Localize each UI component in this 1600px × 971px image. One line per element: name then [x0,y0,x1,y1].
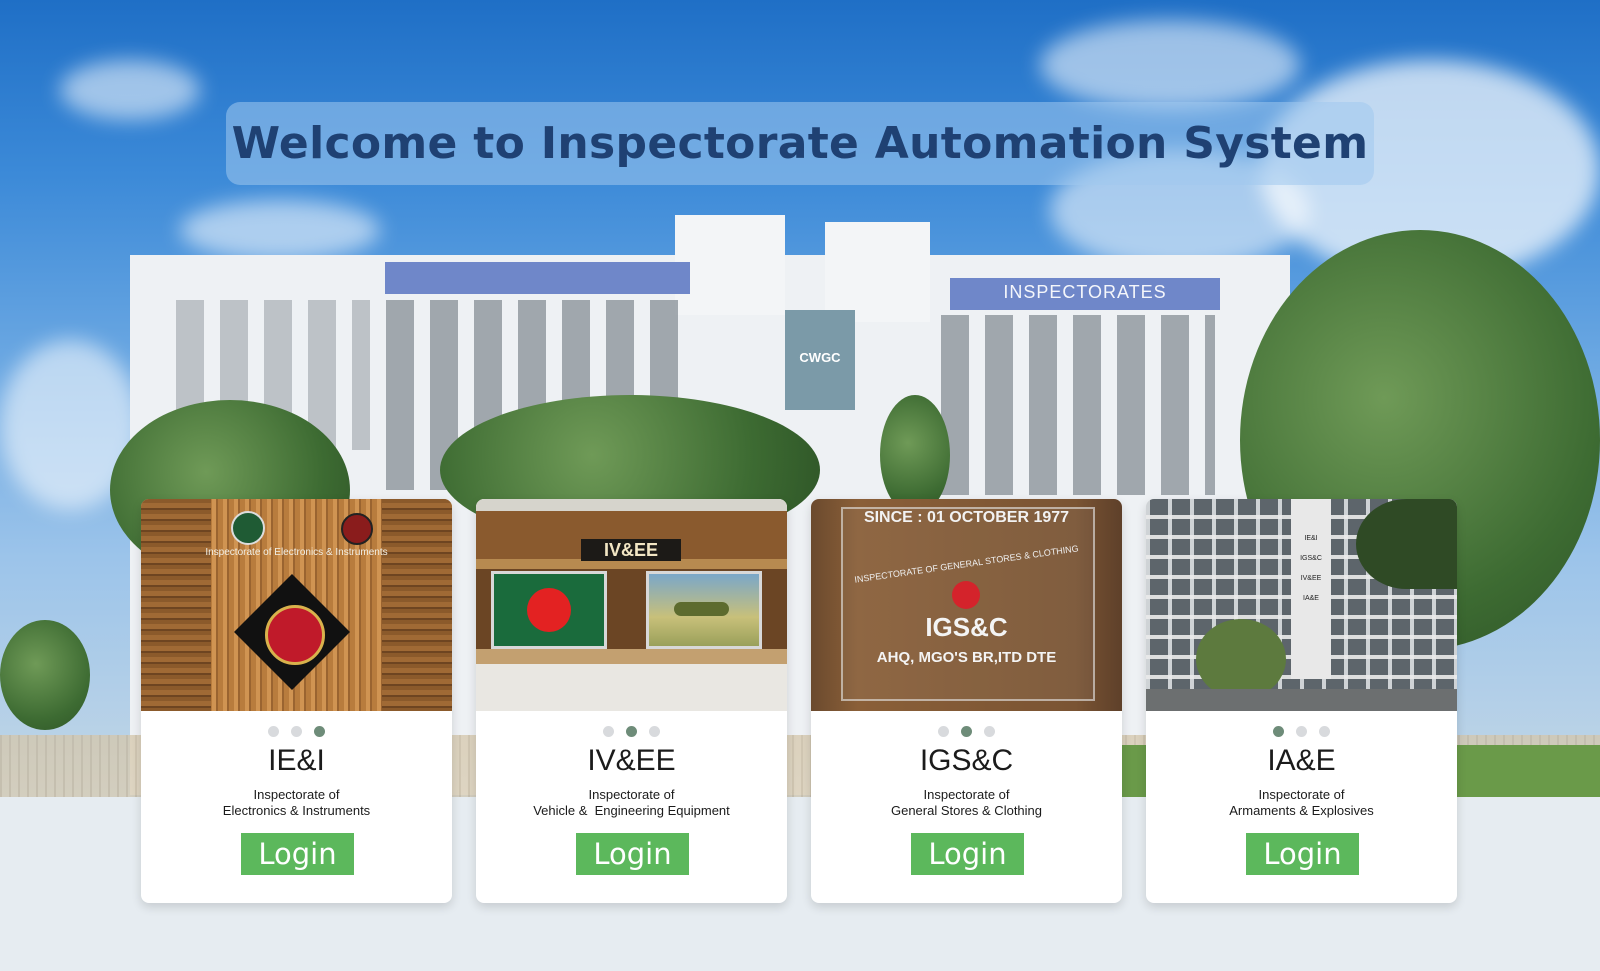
card-description: Inspectorate of Electronics & Instrument… [141,787,452,819]
carousel-dots [476,724,787,742]
wood-panel [141,499,211,711]
card-desc-line1: Inspectorate of [253,787,340,802]
card-description: Inspectorate of Vehicle & Engineering Eq… [476,787,787,819]
card-igsc: SINCE : 01 OCTOBER 1977 INSPECTORATE OF … [811,499,1122,903]
card-image-iei: Inspectorate of Electronics & Instrument… [141,499,452,711]
card-code: IE&I [268,744,325,777]
plaque-text: IV&EE [581,539,681,561]
building-tower [825,222,930,322]
sign-label: IA&E [1303,595,1319,602]
carousel-dots [811,724,1122,742]
card-ivee: IV&EE IV&EE Inspectorate of Vehicle & En… [476,499,787,903]
emblem-icon [231,511,265,545]
card-image-iae: IE&I IGS&C IV&EE IA&E [1146,499,1457,711]
building-tower [675,215,785,315]
wood-panel [382,499,452,711]
helicopter-frame [646,571,762,649]
tree [880,395,950,515]
helicopter-icon [674,602,729,616]
building-windows [935,315,1215,495]
carousel-dot[interactable] [984,726,995,737]
cloud [1040,20,1300,110]
card-description: Inspectorate of General Stores & Clothin… [811,787,1122,819]
carousel-dot-active[interactable] [314,726,325,737]
card-iae: IE&I IGS&C IV&EE IA&E IA&E Inspectorate … [1146,499,1457,903]
card-desc-line2: Electronics & Instruments [222,803,371,818]
page-title: Welcome to Inspectorate Automation Syste… [231,118,1369,169]
tree [0,620,90,730]
card-desc-line2: General Stores & Clothing [890,803,1043,818]
carousel-dot[interactable] [603,726,614,737]
ground [1146,689,1457,711]
plaque-text: Inspectorate of Electronics & Instrument… [205,547,388,558]
carousel-dot[interactable] [1296,726,1307,737]
plaque-text: IGS&C [925,612,1008,642]
card-code: IGS&C [919,744,1014,777]
tree [1196,619,1286,699]
emblem-icon [341,513,373,545]
carousel-dot[interactable] [291,726,302,737]
flag-frame [491,571,607,649]
card-code: IV&EE [587,744,676,777]
sign-label: IGS&C [1300,555,1322,562]
card-image-ivee: IV&EE [476,499,787,711]
carousel-dots [141,724,452,742]
cloud [60,60,200,120]
carousel-dot-active[interactable] [961,726,972,737]
sign-label: IV&EE [1300,575,1322,582]
sign-stack: IE&I IGS&C IV&EE IA&E [1291,529,1331,609]
card-code: IA&E [1267,744,1336,777]
card-iei: Inspectorate of Electronics & Instrument… [141,499,452,903]
login-button-iae[interactable]: Login [1246,833,1359,875]
tree [1356,499,1457,589]
card-desc-line2: Armaments & Explosives [1229,803,1374,818]
crest-icon [265,605,325,665]
roof-band [385,262,690,294]
card-desc-line2: Vehicle & Engineering Equipment [533,803,730,818]
building-sign: INSPECTORATES [1003,282,1167,302]
carousel-dot-active[interactable] [1273,726,1284,737]
carousel-dots [1146,724,1457,742]
card-desc-line1: Inspectorate of [923,787,1010,802]
login-button-ivee[interactable]: Login [576,833,689,875]
login-button-iei[interactable]: Login [241,833,354,875]
carousel-dot[interactable] [649,726,660,737]
crest-icon [952,581,980,609]
carousel-dot[interactable] [938,726,949,737]
carousel-dot[interactable] [1319,726,1330,737]
title-panel: Welcome to Inspectorate Automation Syste… [226,102,1374,185]
card-description: Inspectorate of Armaments & Explosives [1146,787,1457,819]
carousel-dot[interactable] [268,726,279,737]
mural-text: CWGC [799,350,841,365]
plaque-text: SINCE : 01 OCTOBER 1977 [863,509,1070,526]
cloud [180,200,380,260]
login-button-igsc[interactable]: Login [911,833,1024,875]
sign-label: IE&I [1304,535,1318,542]
plaque-text: AHQ, MGO'S BR,ITD DTE [876,649,1057,666]
card-desc-line1: Inspectorate of [1258,787,1345,802]
carousel-dot-active[interactable] [626,726,637,737]
card-image-igsc: SINCE : 01 OCTOBER 1977 INSPECTORATE OF … [811,499,1122,711]
card-desc-line1: Inspectorate of [588,787,675,802]
flag-circle [527,588,571,632]
